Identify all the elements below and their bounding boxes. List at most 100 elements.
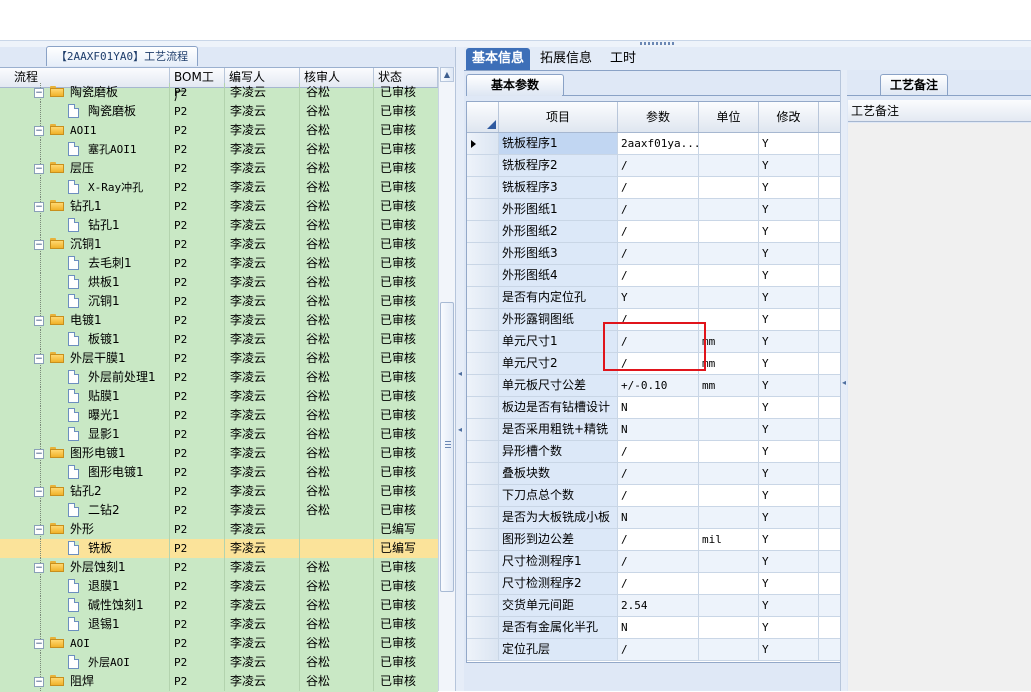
tree-folder-row[interactable]: − AOI P2 李凌云 谷松 已审核: [0, 634, 438, 653]
param-value[interactable]: /: [618, 639, 699, 661]
column-header-param[interactable]: 参数: [618, 102, 699, 132]
param-modify[interactable]: Y: [759, 507, 819, 529]
param-item[interactable]: 异形槽个数: [499, 441, 618, 463]
param-unit[interactable]: [699, 551, 759, 573]
tree-step-row[interactable]: 贴膜1 P2 李凌云 谷松 已审核: [0, 387, 438, 406]
param-item[interactable]: 单元尺寸2: [499, 353, 618, 375]
tree-folder-row[interactable]: − 外层干膜1 P2 李凌云 谷松 已审核: [0, 349, 438, 368]
param-item[interactable]: 铣板程序3: [499, 177, 618, 199]
tree-folder-row[interactable]: − 外形 P2 李凌云 已编写: [0, 520, 438, 539]
param-value[interactable]: /: [618, 441, 699, 463]
param-unit[interactable]: [699, 595, 759, 617]
tree-step-row[interactable]: 去毛刺1 P2 李凌云 谷松 已审核: [0, 254, 438, 273]
param-unit[interactable]: [699, 485, 759, 507]
tree-vertical-scrollbar[interactable]: ▲: [438, 67, 456, 691]
param-item[interactable]: 外形图纸1: [499, 199, 618, 221]
param-item[interactable]: 尺寸检测程序2: [499, 573, 618, 595]
param-unit[interactable]: [699, 243, 759, 265]
param-item[interactable]: 是否为大板铣成小板: [499, 507, 618, 529]
param-value[interactable]: /: [618, 177, 699, 199]
tree-step-row[interactable]: 铣板 P2 李凌云 已编写: [0, 539, 438, 558]
column-header-unit[interactable]: 单位: [699, 102, 759, 132]
param-modify[interactable]: Y: [759, 243, 819, 265]
splitter-grip-icon[interactable]: [640, 42, 676, 45]
param-item[interactable]: 板边是否有钻槽设计: [499, 397, 618, 419]
tree-folder-row[interactable]: − 层压 P2 李凌云 谷松 已审核: [0, 159, 438, 178]
tree-step-row[interactable]: 外层前处理1 P2 李凌云 谷松 已审核: [0, 368, 438, 387]
param-row[interactable]: 外形图纸4/ Y: [467, 265, 841, 287]
param-row[interactable]: 异形槽个数 / Y: [467, 441, 841, 463]
param-item[interactable]: 铣板程序2: [499, 155, 618, 177]
tab-process-notes[interactable]: 工艺备注: [880, 74, 948, 96]
param-unit[interactable]: [699, 221, 759, 243]
param-modify[interactable]: Y: [759, 133, 819, 155]
param-value[interactable]: N: [618, 397, 699, 419]
param-value[interactable]: N: [618, 419, 699, 441]
param-value[interactable]: /: [618, 199, 699, 221]
param-modify[interactable]: Y: [759, 309, 819, 331]
tree-folder-row[interactable]: − 陶瓷磨板 P2 李凌云 谷松 已审核: [0, 83, 438, 102]
param-row[interactable]: 是否采用粗铣+精铣 N Y: [467, 419, 841, 441]
param-row[interactable]: 交货单元间距 2.54 Y: [467, 595, 841, 617]
tree-step-row[interactable]: 二钻2 P2 李凌云 谷松 已审核: [0, 501, 438, 520]
param-modify[interactable]: Y: [759, 529, 819, 551]
param-value[interactable]: /: [618, 265, 699, 287]
collapse-toggle-icon[interactable]: −: [34, 525, 44, 535]
collapse-left-icon-2[interactable]: ◂: [458, 425, 462, 434]
param-row[interactable]: 铣板程序3/ Y: [467, 177, 841, 199]
row-indicator[interactable]: [467, 309, 499, 331]
param-row[interactable]: 图形到边公差 / mil Y: [467, 529, 841, 551]
param-modify[interactable]: Y: [759, 265, 819, 287]
collapse-toggle-icon[interactable]: −: [34, 164, 44, 174]
param-unit[interactable]: [699, 199, 759, 221]
column-header-modify[interactable]: 修改: [759, 102, 819, 132]
collapse-toggle-icon[interactable]: −: [34, 449, 44, 459]
param-unit[interactable]: [699, 573, 759, 595]
param-value[interactable]: /: [618, 551, 699, 573]
param-value[interactable]: N: [618, 507, 699, 529]
row-indicator[interactable]: [467, 507, 499, 529]
param-item[interactable]: 外形露铜图纸: [499, 309, 618, 331]
param-item[interactable]: 单元板尺寸公差: [499, 375, 618, 397]
param-item[interactable]: 交货单元间距: [499, 595, 618, 617]
param-item[interactable]: 是否有金属化半孔: [499, 617, 618, 639]
row-indicator[interactable]: [467, 265, 499, 287]
param-row[interactable]: 板边是否有钻槽设计 N Y: [467, 397, 841, 419]
row-indicator[interactable]: [467, 177, 499, 199]
tree-step-row[interactable]: 退锡1 P2 李凌云 谷松 已审核: [0, 615, 438, 634]
column-header-item[interactable]: 项目: [499, 102, 618, 132]
param-row[interactable]: 是否有内定位孔 Y Y: [467, 287, 841, 309]
row-indicator[interactable]: [467, 375, 499, 397]
collapse-toggle-icon[interactable]: −: [34, 354, 44, 364]
collapse-right-icon[interactable]: ◂: [842, 378, 846, 387]
row-indicator[interactable]: [467, 441, 499, 463]
row-indicator[interactable]: [467, 463, 499, 485]
tree-step-row[interactable]: 沉铜1 P2 李凌云 谷松 已审核: [0, 292, 438, 311]
param-row[interactable]: 单元板尺寸公差 +/-0.10 mm Y: [467, 375, 841, 397]
row-indicator[interactable]: [467, 485, 499, 507]
tree-step-row[interactable]: 烘板1 P2 李凌云 谷松 已审核: [0, 273, 438, 292]
param-modify[interactable]: Y: [759, 463, 819, 485]
tree-folder-row[interactable]: − 钻孔1 P2 李凌云 谷松 已审核: [0, 197, 438, 216]
collapse-toggle-icon[interactable]: −: [34, 240, 44, 250]
row-indicator[interactable]: [467, 551, 499, 573]
row-indicator[interactable]: [467, 331, 499, 353]
tree-step-row[interactable]: 碱性蚀刻1 P2 李凌云 谷松 已审核: [0, 596, 438, 615]
param-modify[interactable]: Y: [759, 397, 819, 419]
param-modify[interactable]: Y: [759, 199, 819, 221]
tree-step-row[interactable]: 曝光1 P2 李凌云 谷松 已审核: [0, 406, 438, 425]
param-row[interactable]: 是否有金属化半孔 N Y: [467, 617, 841, 639]
tree-step-row[interactable]: 显影1 P2 李凌云 谷松 已审核: [0, 425, 438, 444]
collapse-left-icon[interactable]: ◂: [458, 369, 462, 378]
param-unit[interactable]: [699, 617, 759, 639]
tree-folder-row[interactable]: − 阻焊 P2 李凌云 谷松 已审核: [0, 672, 438, 691]
param-item[interactable]: 单元尺寸1: [499, 331, 618, 353]
param-item[interactable]: 外形图纸4: [499, 265, 618, 287]
param-modify[interactable]: Y: [759, 353, 819, 375]
param-modify[interactable]: Y: [759, 331, 819, 353]
param-value[interactable]: /: [618, 485, 699, 507]
param-modify[interactable]: Y: [759, 639, 819, 661]
param-unit[interactable]: [699, 639, 759, 661]
tree-step-row[interactable]: 钻孔1 P2 李凌云 谷松 已审核: [0, 216, 438, 235]
param-modify[interactable]: Y: [759, 155, 819, 177]
